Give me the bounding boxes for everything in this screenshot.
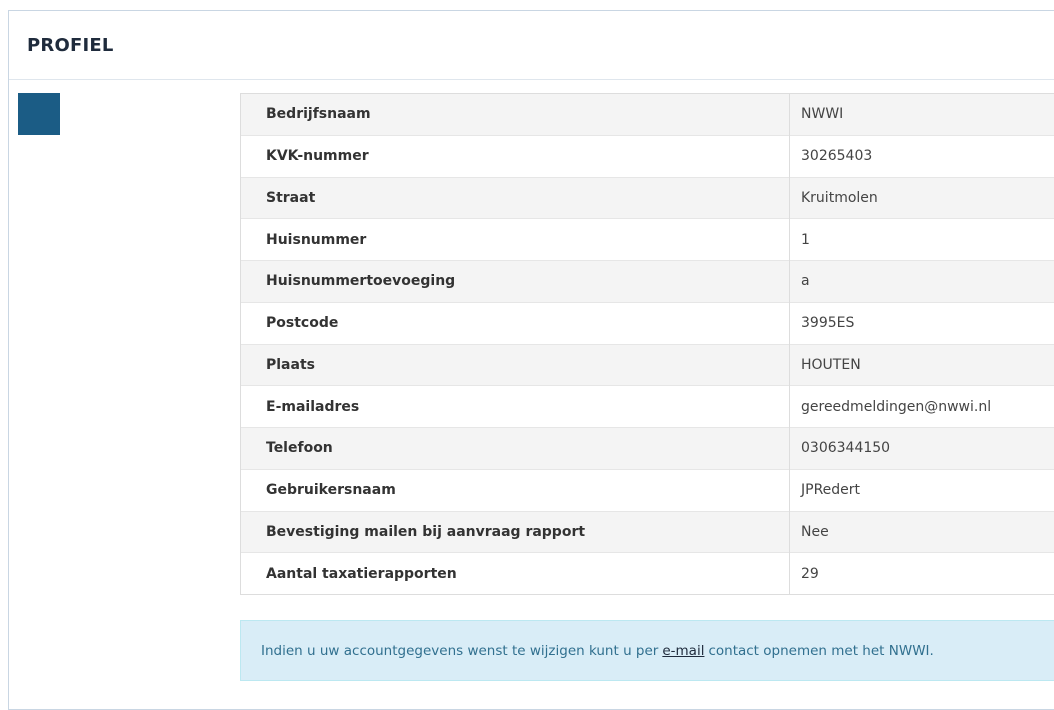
row-value: 29 [790,553,1054,595]
row-value: NWWI [790,94,1054,136]
table-row: Bevestiging mailen bij aanvraag rapport … [241,511,1054,553]
row-value: 1 [790,219,1054,261]
table-row: Gebruikersnaam JPRedert [241,469,1054,511]
row-value: 30265403 [790,135,1054,177]
row-value: HOUTEN [790,344,1054,386]
row-value: 3995ES [790,302,1054,344]
row-label: Bedrijfsnaam [241,94,790,136]
profile-table: Bedrijfsnaam NWWI KVK-nummer 30265403 St… [240,93,1054,595]
row-label: E-mailadres [241,386,790,428]
row-label: Huisnummer [241,219,790,261]
row-label: Postcode [241,302,790,344]
table-row: Telefoon 0306344150 [241,428,1054,470]
panel-heading: PROFIEL [9,11,1054,80]
table-row: KVK-nummer 30265403 [241,135,1054,177]
row-value: JPRedert [790,469,1054,511]
row-value: 0306344150 [790,428,1054,470]
table-row: Huisnummer 1 [241,219,1054,261]
row-label: Bevestiging mailen bij aanvraag rapport [241,511,790,553]
row-label: KVK-nummer [241,135,790,177]
company-logo [18,93,60,135]
row-label: Aantal taxatierapporten [241,553,790,595]
row-value: gereedmeldingen@nwwi.nl [790,386,1054,428]
row-label: Gebruikersnaam [241,469,790,511]
table-row: E-mailadres gereedmeldingen@nwwi.nl [241,386,1054,428]
row-label: Huisnummertoevoeging [241,261,790,303]
email-link[interactable]: e-mail [662,643,704,659]
info-text-before: Indien u uw accountgegevens wenst te wij… [261,643,658,659]
table-row: Straat Kruitmolen [241,177,1054,219]
row-value: a [790,261,1054,303]
row-label: Telefoon [241,428,790,470]
page-title: PROFIEL [27,35,114,56]
row-value: Nee [790,511,1054,553]
row-value: Kruitmolen [790,177,1054,219]
info-alert: Indien u uw accountgegevens wenst te wij… [240,620,1054,681]
table-row: Postcode 3995ES [241,302,1054,344]
table-row: Aantal taxatierapporten 29 [241,553,1054,595]
table-row: Bedrijfsnaam NWWI [241,94,1054,136]
row-label: Straat [241,177,790,219]
info-text-after: contact opnemen met het NWWI. [708,643,933,659]
table-row: Plaats HOUTEN [241,344,1054,386]
table-row: Huisnummertoevoeging a [241,261,1054,303]
row-label: Plaats [241,344,790,386]
